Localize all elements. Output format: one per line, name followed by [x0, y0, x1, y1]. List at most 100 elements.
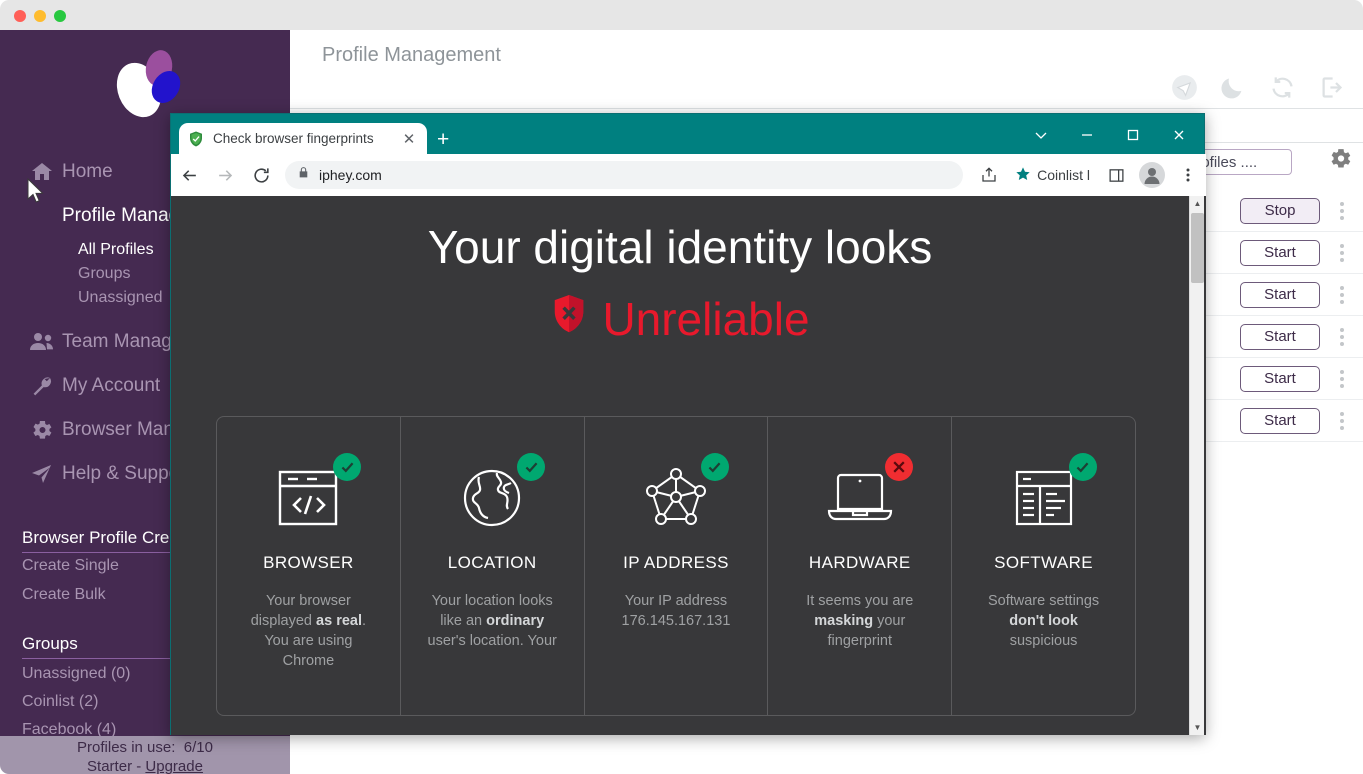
upgrade-link[interactable]: Upgrade: [145, 758, 203, 774]
card-title: LOCATION: [447, 553, 537, 572]
refresh-icon[interactable]: [1269, 74, 1296, 101]
shield-check-icon: [187, 130, 205, 148]
zoom-window-button[interactable]: [54, 10, 66, 22]
close-icon[interactable]: ✕: [399, 130, 419, 148]
account-icon[interactable]: [1134, 162, 1170, 188]
butterfly-logo: [104, 44, 194, 124]
card-description: Your location looks like an ordinary use…: [427, 593, 557, 649]
plan-row: Starter - Upgrade: [0, 757, 290, 774]
profiles-in-use-label: Profiles in use:: [77, 739, 176, 756]
users-icon: [22, 331, 62, 353]
browser-window: Check browser fingerprints ✕ + iphey.com…: [170, 113, 1206, 735]
globe-icon: [437, 453, 547, 537]
minimize-window-button[interactable]: [34, 10, 46, 22]
card-title: IP ADDRESS: [623, 553, 729, 572]
start-profile-button[interactable]: Start: [1240, 239, 1320, 266]
sidebar-item-label: My Account: [62, 375, 161, 396]
plan-name: Starter -: [87, 758, 146, 774]
table-layout-icon: [989, 453, 1099, 537]
star-icon: [1015, 166, 1031, 185]
start-profile-button[interactable]: Start: [1240, 323, 1320, 350]
paper-plane-icon: [22, 462, 62, 486]
page-headline: Your digital identity looks: [427, 221, 933, 273]
row-menu-icon[interactable]: [1320, 243, 1363, 262]
laptop-icon: [805, 453, 915, 537]
close-window-button[interactable]: [14, 10, 26, 22]
page-verdict-text: Unreliable: [602, 293, 810, 345]
start-profile-button[interactable]: Start: [1240, 281, 1320, 308]
mouse-cursor: [27, 178, 44, 203]
row-menu-icon[interactable]: [1320, 411, 1363, 430]
browser-tab-title: Check browser fingerprints: [213, 131, 374, 146]
reload-icon[interactable]: [243, 166, 279, 185]
maximize-icon[interactable]: [1110, 122, 1156, 148]
network-nodes-icon: [621, 453, 731, 537]
page-verdict: Unreliable: [171, 292, 1189, 346]
traffic-lights: [14, 10, 66, 22]
gear-icon: [22, 418, 62, 442]
chevron-down-icon[interactable]: [1018, 122, 1064, 148]
check-circle-icon: [333, 453, 362, 481]
minimize-icon[interactable]: [1064, 122, 1110, 148]
fingerprint-card: IP ADDRESS Your IP address 176.145.167.13…: [585, 417, 769, 715]
fingerprint-cards: BROWSER Your browser displayed as real. Y…: [216, 416, 1136, 716]
browser-tabstrip: Check browser fingerprints ✕ +: [171, 114, 1206, 154]
fingerprint-card: HARDWARE It seems you are masking your fi…: [768, 417, 953, 715]
fingerprint-card: LOCATION Your location looks like an ordi…: [401, 417, 585, 715]
window-controls: [1018, 122, 1202, 148]
card-description: Software settings don't look suspicious: [987, 593, 1100, 649]
header-actions: [1171, 74, 1345, 101]
web-page-viewport: Your digital identity looks Unreliable B…: [171, 196, 1206, 735]
telegram-icon[interactable]: [1171, 74, 1198, 101]
plus-icon[interactable]: +: [437, 128, 449, 152]
address-bar[interactable]: iphey.com: [285, 161, 964, 189]
card-title: SOFTWARE: [994, 553, 1094, 572]
card-title: BROWSER: [263, 553, 354, 572]
fingerprint-card: SOFTWARE Software settings don't look sus…: [952, 417, 1135, 715]
link-group-unassigned[interactable]: Unassigned (0): [22, 665, 131, 683]
address-bar-url: iphey.com: [319, 167, 382, 183]
profiles-in-use: Profiles in use: 6/10: [0, 738, 290, 757]
card-description: Your IP address 176.145.167.131: [621, 593, 731, 629]
check-circle-icon: [1068, 453, 1097, 481]
check-circle-icon: [700, 453, 729, 481]
stop-profile-button[interactable]: Stop: [1240, 197, 1320, 224]
row-menu-icon[interactable]: [1320, 201, 1363, 220]
link-create-single[interactable]: Create Single: [22, 557, 119, 575]
link-group-coinlist[interactable]: Coinlist (2): [22, 693, 98, 711]
wrench-icon: [22, 374, 62, 398]
side-panel-icon[interactable]: [1098, 167, 1134, 184]
page-scrollbar[interactable]: ▲ ▼: [1189, 196, 1204, 735]
logout-icon[interactable]: [1318, 74, 1345, 101]
header-divider: [290, 108, 1363, 109]
sidebar-item-label: Home: [62, 161, 113, 182]
three-dots-vertical-icon[interactable]: [1170, 167, 1206, 183]
row-menu-icon[interactable]: [1320, 285, 1363, 304]
check-circle-icon: [517, 453, 546, 481]
moon-icon[interactable]: [1220, 74, 1247, 101]
fingerprint-card: BROWSER Your browser displayed as real. Y…: [217, 417, 401, 715]
row-menu-icon[interactable]: [1320, 327, 1363, 346]
browser-tab[interactable]: Check browser fingerprints ✕: [179, 123, 427, 154]
browser-code-icon: [253, 453, 363, 537]
screen: Profile Management ALL PROFILES StopStar…: [0, 0, 1363, 774]
start-profile-button[interactable]: Start: [1240, 365, 1320, 392]
close-icon[interactable]: [1156, 122, 1202, 148]
settings-gear-icon[interactable]: [1328, 146, 1353, 176]
triangle-down-icon[interactable]: ▼: [1190, 720, 1205, 735]
row-menu-icon[interactable]: [1320, 369, 1363, 388]
share-icon[interactable]: [971, 166, 1007, 184]
start-profile-button[interactable]: Start: [1240, 407, 1320, 434]
profiles-in-use-value: 6/10: [183, 739, 213, 756]
lock-icon: [297, 166, 310, 184]
x-circle-icon: [884, 453, 913, 481]
card-description: It seems you are masking your fingerprin…: [806, 593, 914, 649]
bookmark-item[interactable]: Coinlist l: [1007, 166, 1098, 185]
link-create-bulk[interactable]: Create Bulk: [22, 586, 106, 604]
scrollbar-thumb[interactable]: [1191, 213, 1204, 283]
card-title: HARDWARE: [808, 553, 911, 572]
arrow-left-icon[interactable]: [171, 166, 207, 185]
triangle-up-icon[interactable]: ▲: [1190, 196, 1205, 211]
os-title-bar: [0, 0, 1363, 30]
arrow-right-icon[interactable]: [207, 166, 243, 185]
